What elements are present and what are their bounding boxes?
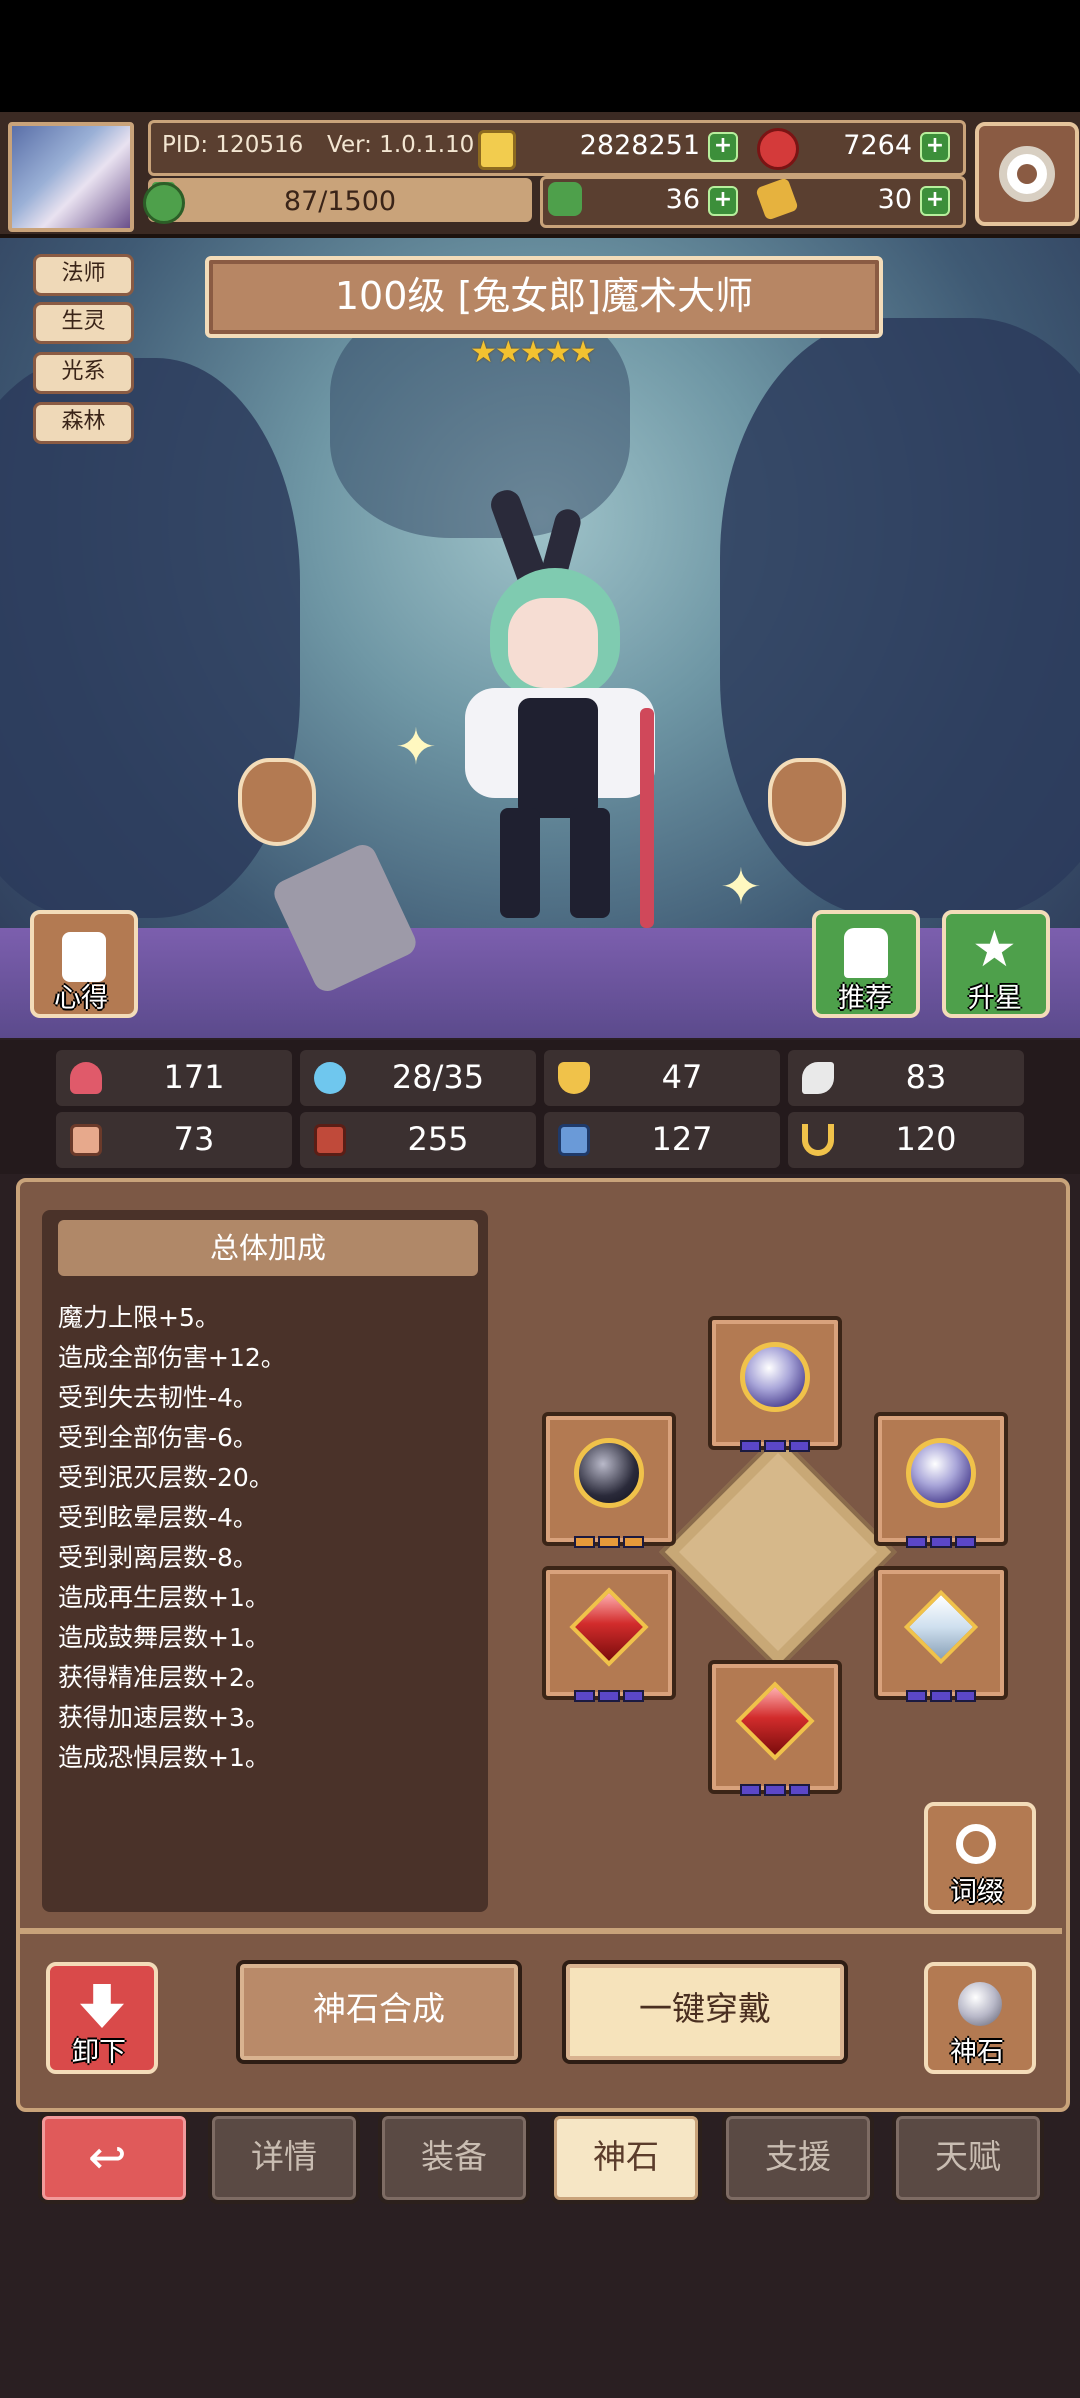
black-orb-icon xyxy=(574,1438,644,1508)
sparkle-icon: ✦ xyxy=(720,858,762,916)
tree-trunk-right xyxy=(720,318,1080,918)
stamina-value: 87/1500 xyxy=(283,186,397,217)
purple-orb-icon xyxy=(906,1438,976,1508)
clover-icon xyxy=(548,182,582,216)
stat-agility: 127 xyxy=(544,1112,780,1168)
character-title: 100级 [兔女郎]魔术大师 xyxy=(205,256,883,338)
player-avatar[interactable] xyxy=(8,122,134,232)
ruby-icon xyxy=(757,128,799,170)
gem-slot-lower-right[interactable] xyxy=(874,1566,1008,1702)
panel-divider xyxy=(16,1928,1062,1934)
character-scene: 法师 生灵 光系 森林 100级 [兔女郎]魔术大师 ★★★★★ ✦ ✦ 心得 … xyxy=(0,238,1080,1038)
godstone-label: 神石 xyxy=(950,2037,1004,2068)
bonus-line: 获得加速层数+3。 xyxy=(58,1703,270,1732)
tab-talent[interactable]: 天赋 xyxy=(892,2112,1044,2204)
godstone-button[interactable]: 神石 xyxy=(924,1962,1036,2074)
back-button[interactable]: ↩ xyxy=(38,2112,190,2204)
red-diamond-icon xyxy=(735,1681,815,1761)
recommend-button[interactable]: 推荐 xyxy=(812,910,920,1018)
stat-luck: 120 xyxy=(788,1112,1024,1168)
bonus-line: 受到眩晕层数-4。 xyxy=(58,1503,258,1532)
unequip-button[interactable]: 卸下 xyxy=(46,1962,158,2074)
sparkle-icon: ✦ xyxy=(395,718,437,776)
gem-slot-upper-left[interactable] xyxy=(542,1412,676,1548)
star-up-label: 升星 xyxy=(968,983,1022,1014)
star-up-button[interactable]: ★ 升星 xyxy=(942,910,1050,1018)
bonus-title: 总体加成 xyxy=(58,1220,478,1276)
magnifier-icon xyxy=(956,1824,996,1864)
stat-strength: 73 xyxy=(56,1112,292,1168)
gem-slot-top[interactable] xyxy=(708,1316,842,1452)
bonus-line: 魔力上限+5。 xyxy=(58,1303,220,1332)
tag-race[interactable]: 生灵 xyxy=(33,302,134,344)
settings-button[interactable] xyxy=(975,122,1079,226)
left-shield-icon[interactable] xyxy=(238,758,316,846)
stat-hp: 171 xyxy=(56,1050,292,1106)
thumbs-up-icon xyxy=(844,928,888,978)
purple-orb-icon xyxy=(740,1342,810,1412)
bonus-line: 获得精准层数+2。 xyxy=(58,1663,270,1692)
add-ticket-button[interactable]: + xyxy=(920,186,950,216)
add-gold-button[interactable]: + xyxy=(708,132,738,162)
tag-region[interactable]: 森林 xyxy=(33,402,134,444)
star-rating: ★★★★★ xyxy=(470,335,596,370)
down-arrow-icon xyxy=(80,1984,124,2028)
gem-slot-lower-left[interactable] xyxy=(542,1566,676,1702)
tab-equipment[interactable]: 装备 xyxy=(378,2112,530,2204)
character-sprite[interactable] xyxy=(440,486,680,928)
unequip-label: 卸下 xyxy=(72,2037,126,2068)
bonus-line: 受到泯灭层数-20。 xyxy=(58,1463,274,1492)
notes-icon xyxy=(62,932,106,982)
equip-all-button[interactable]: 一键穿戴 xyxy=(562,1960,848,2064)
gold-amount: 2828251 xyxy=(579,130,700,161)
bonus-line: 受到剥离层数-8。 xyxy=(58,1543,258,1572)
red-diamond-icon xyxy=(569,1587,649,1667)
star-icon: ★ xyxy=(972,920,1017,978)
bonus-line: 造成再生层数+1。 xyxy=(58,1583,270,1612)
tab-godstone[interactable]: 神石 xyxy=(550,2112,702,2204)
stat-magic: 255 xyxy=(300,1112,536,1168)
notes-label: 心得 xyxy=(54,983,108,1014)
gold-coin-icon xyxy=(478,130,516,170)
gem-slot-upper-right[interactable] xyxy=(874,1412,1008,1548)
stat-speed: 83 xyxy=(788,1050,1024,1106)
tab-details[interactable]: 详情 xyxy=(208,2112,360,2204)
right-shield-icon[interactable] xyxy=(768,758,846,846)
tab-support[interactable]: 支援 xyxy=(722,2112,874,2204)
bonus-line: 造成全部伤害+12。 xyxy=(58,1343,286,1372)
stat-defense: 47 xyxy=(544,1050,780,1106)
back-arrow-icon: ↩ xyxy=(88,2130,127,2184)
clover-amount: 36 xyxy=(665,184,700,215)
affix-label: 词缀 xyxy=(950,1877,1004,1908)
status-bar-area xyxy=(0,0,1080,112)
recommend-label: 推荐 xyxy=(838,983,892,1014)
notes-button[interactable]: 心得 xyxy=(30,910,138,1018)
stat-mana: 28/35 xyxy=(300,1050,536,1106)
affix-button[interactable]: 词缀 xyxy=(924,1802,1036,1914)
gem-slot-bottom[interactable] xyxy=(708,1660,842,1796)
godstone-icon xyxy=(958,1982,1002,2026)
tag-class[interactable]: 法师 xyxy=(33,254,134,296)
white-diamond-icon xyxy=(903,1589,979,1665)
bonus-line: 受到全部伤害-6。 xyxy=(58,1423,258,1452)
add-ruby-button[interactable]: + xyxy=(920,132,950,162)
bonus-line: 造成鼓舞层数+1。 xyxy=(58,1623,270,1652)
version-label: Ver: 1.0.1.10 xyxy=(327,132,475,158)
stats-panel: 171 28/35 47 83 73 255 127 120 xyxy=(0,1040,1080,1174)
add-clover-button[interactable]: + xyxy=(708,186,738,216)
ruby-amount: 7264 xyxy=(843,130,912,161)
bonus-line: 受到失去韧性-4。 xyxy=(58,1383,258,1412)
synthesize-button[interactable]: 神石合成 xyxy=(236,1960,522,2064)
tag-element[interactable]: 光系 xyxy=(33,352,134,394)
ticket-amount: 30 xyxy=(877,184,912,215)
top-header: PID: 120516 Ver: 1.0.1.10 2828251 + 7264… xyxy=(0,112,1080,238)
bonus-line: 造成恐惧层数+1。 xyxy=(58,1743,270,1772)
pid-label: PID: 120516 xyxy=(162,132,304,158)
